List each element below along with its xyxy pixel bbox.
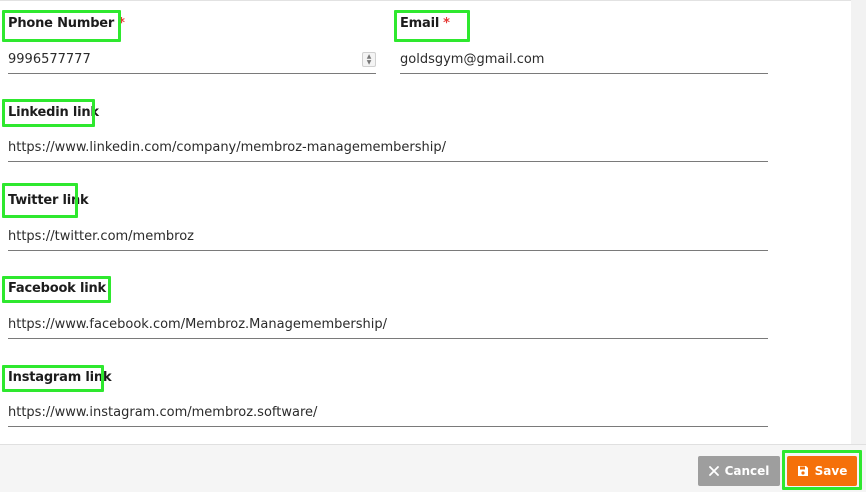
instagram-underline	[8, 426, 768, 427]
linkedin-underline	[8, 161, 768, 162]
spin-down-icon[interactable]: ▼	[367, 59, 372, 66]
highlight-box	[2, 99, 95, 127]
twitter-field: Twitter link	[8, 193, 768, 251]
scrollbar[interactable]	[851, 0, 866, 444]
number-spinner[interactable]: ▲ ▼	[362, 52, 376, 67]
phone-number-input[interactable]	[8, 47, 358, 71]
instagram-input[interactable]	[8, 400, 768, 424]
highlight-box	[782, 450, 862, 490]
instagram-field: Instagram link	[8, 370, 768, 428]
facebook-field: Facebook link	[8, 281, 768, 339]
phone-number-underline	[8, 73, 376, 74]
linkedin-input[interactable]	[8, 135, 768, 159]
twitter-input[interactable]	[8, 224, 768, 248]
facebook-input[interactable]	[8, 312, 768, 336]
email-underline	[400, 73, 768, 74]
highlight-box	[2, 183, 78, 218]
form-footer: Cancel Save	[0, 444, 866, 492]
twitter-underline	[8, 250, 768, 251]
highlight-box	[2, 276, 111, 303]
highlight-box	[2, 10, 121, 42]
social-contact-form: Phone Number* ▲ ▼ Email* Linkedin link T…	[0, 0, 851, 444]
cancel-label: Cancel	[724, 464, 770, 478]
facebook-underline	[8, 338, 768, 339]
linkedin-field: Linkedin link	[8, 105, 768, 163]
email-input[interactable]	[400, 47, 768, 71]
highlight-box	[394, 10, 470, 42]
cancel-button[interactable]: Cancel	[698, 456, 780, 486]
highlight-box	[2, 365, 104, 392]
close-icon	[708, 466, 719, 476]
